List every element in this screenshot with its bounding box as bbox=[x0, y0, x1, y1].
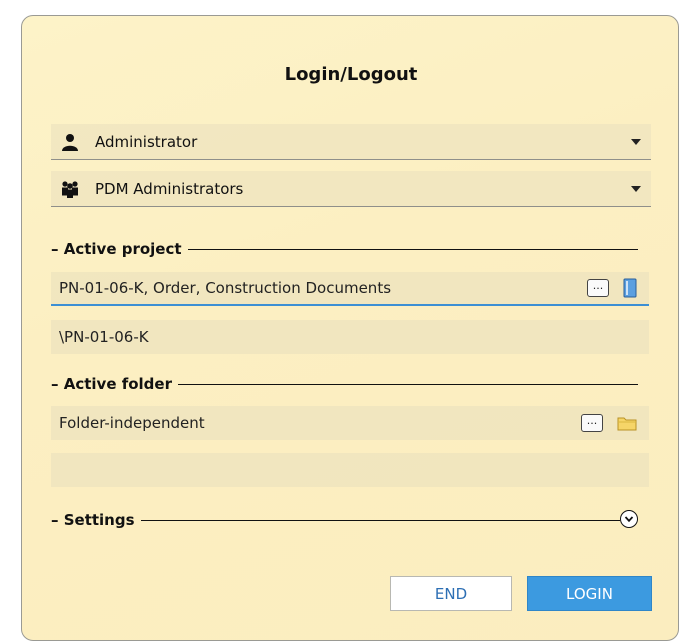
group-select-value: PDM Administrators bbox=[95, 179, 244, 198]
project-book-icon[interactable] bbox=[623, 278, 637, 298]
user-group-icon bbox=[59, 178, 81, 200]
chevron-down-circle-icon[interactable] bbox=[620, 510, 638, 528]
browse-project-button[interactable]: ... bbox=[587, 279, 609, 297]
active-folder-field[interactable]: Folder-independent ... bbox=[51, 406, 649, 440]
user-select[interactable]: Administrator bbox=[51, 124, 651, 160]
divider bbox=[178, 383, 638, 385]
divider bbox=[140, 519, 620, 521]
active-project-header[interactable]: – Active project bbox=[51, 238, 638, 260]
folder-icon[interactable] bbox=[617, 415, 637, 431]
active-folder-path-field bbox=[51, 453, 649, 487]
chevron-down-icon[interactable] bbox=[631, 185, 641, 192]
active-project-field[interactable]: PN-01-06-K, Order, Construction Document… bbox=[51, 272, 649, 306]
active-project-path-field: \PN-01-06-K bbox=[51, 320, 649, 354]
group-select[interactable]: PDM Administrators bbox=[51, 171, 651, 207]
settings-header[interactable]: – Settings bbox=[51, 509, 638, 531]
user-icon bbox=[59, 131, 81, 153]
dialog-title: Login/Logout bbox=[284, 64, 418, 85]
active-folder-header[interactable]: – Active folder bbox=[51, 373, 638, 395]
login-button[interactable]: LOGIN bbox=[527, 576, 652, 611]
active-project-name: PN-01-06-K, Order, Construction Document… bbox=[59, 279, 392, 297]
active-project-path: \PN-01-06-K bbox=[59, 328, 149, 346]
browse-folder-button[interactable]: ... bbox=[581, 414, 603, 432]
user-select-value: Administrator bbox=[95, 132, 198, 151]
active-folder-name: Folder-independent bbox=[59, 414, 205, 432]
divider bbox=[187, 248, 638, 250]
login-dialog: Login/Logout Administrator PDM Administr… bbox=[21, 15, 679, 641]
end-button[interactable]: END bbox=[390, 576, 512, 611]
chevron-down-icon[interactable] bbox=[631, 138, 641, 145]
